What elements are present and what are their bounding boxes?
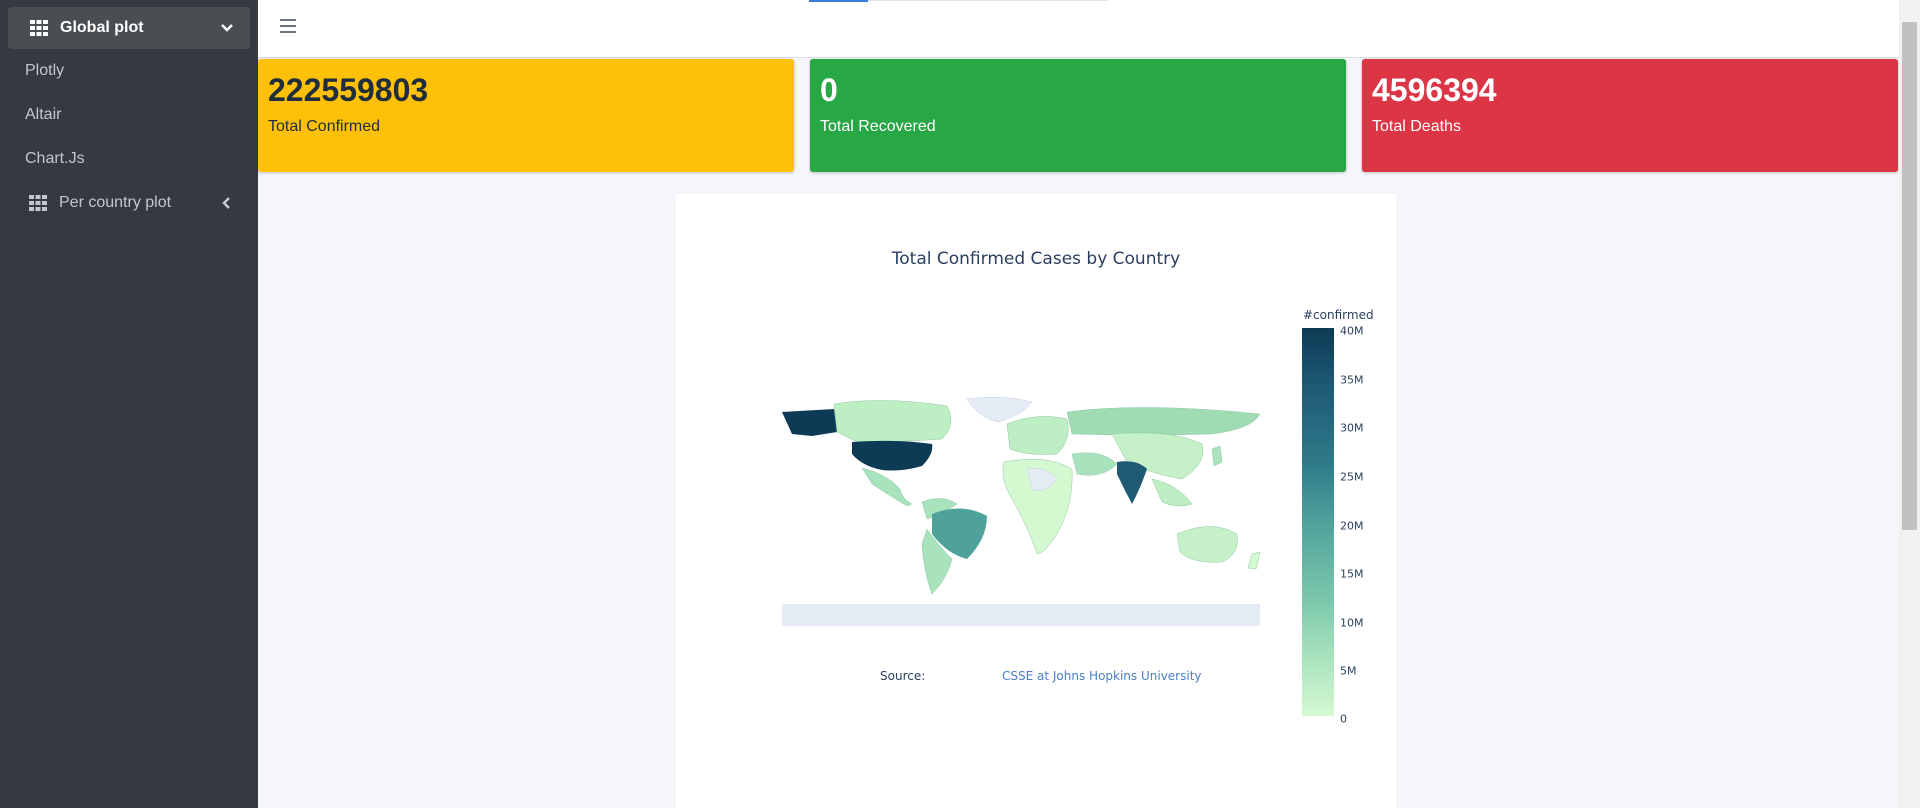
country-mexico [861, 467, 913, 507]
country-alaska [782, 409, 837, 436]
sidebar: Global plot Plotly Altair Chart.Js Per c… [0, 0, 258, 808]
total-deaths-value: 4596394 [1372, 72, 1497, 108]
top-navbar [258, 0, 1899, 58]
colorbar-tick: 5M [1340, 664, 1357, 678]
sidebar-item-label: Per country plot [59, 194, 172, 211]
sidebar-item-global-plot[interactable]: Global plot [8, 7, 250, 49]
country-russia [1066, 407, 1261, 436]
active-tab-indicator [809, 0, 868, 2]
colorbar-tick: 15M [1340, 567, 1364, 581]
tab-divider [868, 0, 1108, 1]
sidebar-item-altair[interactable]: Altair [8, 94, 250, 136]
colorbar-tick: 25M [1340, 470, 1364, 484]
colorbar-tick: 10M [1340, 616, 1364, 630]
vertical-scrollbar[interactable] [1899, 0, 1920, 808]
country-usa [852, 440, 933, 471]
world-map[interactable] [782, 394, 1262, 629]
sidebar-item-chartjs[interactable]: Chart.Js [8, 138, 250, 180]
choropleth-chart-card: Total Confirmed Cases by Country Source:… [676, 194, 1396, 808]
region-europe [1006, 416, 1069, 455]
region-middle-east [1071, 452, 1118, 476]
total-confirmed-label: Total Confirmed [268, 118, 381, 136]
total-recovered-value: 0 [820, 72, 838, 108]
sidebar-item-label: Chart.Js [25, 150, 85, 167]
grid-icon [29, 195, 47, 211]
country-japan [1211, 445, 1223, 467]
country-canada [833, 400, 952, 443]
total-deaths-box: 4596394 Total Deaths [1362, 59, 1898, 172]
total-recovered-box: 0 Total Recovered [810, 59, 1346, 172]
colorbar-title: #confirmed [1303, 308, 1374, 322]
sidebar-item-plotly[interactable]: Plotly [8, 50, 250, 92]
colorbar-tick: 20M [1340, 519, 1364, 533]
total-recovered-label: Total Recovered [820, 118, 936, 136]
total-confirmed-box: 222559803 Total Confirmed [258, 59, 794, 172]
sidebar-item-label: Plotly [25, 62, 65, 79]
country-india [1117, 461, 1147, 504]
source-link[interactable]: CSSE at Johns Hopkins University [1002, 669, 1202, 683]
total-deaths-label: Total Deaths [1372, 118, 1461, 136]
hamburger-menu-icon[interactable] [280, 19, 296, 33]
scrollbar-thumb[interactable] [1902, 22, 1917, 530]
chevron-left-icon [222, 197, 230, 209]
total-confirmed-value: 222559803 [268, 72, 429, 108]
country-australia [1176, 526, 1238, 563]
country-new-zealand [1247, 551, 1261, 570]
greenland [966, 396, 1033, 423]
chart-title: Total Confirmed Cases by Country [891, 249, 1181, 269]
colorbar [1302, 328, 1334, 716]
sidebar-item-per-country-plot[interactable]: Per country plot [8, 182, 250, 224]
colorbar-tick: 30M [1340, 421, 1364, 435]
chevron-down-icon [221, 24, 233, 32]
colorbar-tick: 35M [1340, 373, 1364, 387]
app-root: Global plot Plotly Altair Chart.Js Per c… [0, 0, 1920, 808]
sidebar-item-label: Global plot [60, 19, 144, 36]
sidebar-item-label: Altair [25, 106, 62, 123]
source-label: Source: [880, 669, 926, 683]
colorbar-tick: 40M [1340, 324, 1364, 338]
colorbar-tick: 0 [1340, 712, 1347, 726]
region-southeast-asia [1151, 478, 1193, 507]
grid-icon [30, 20, 48, 36]
